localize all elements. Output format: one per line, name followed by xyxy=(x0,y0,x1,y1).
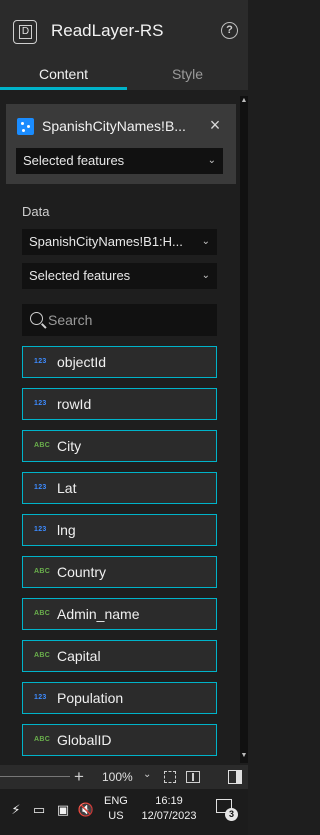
zoom-level[interactable]: 100% xyxy=(102,770,133,784)
field-name: Lat xyxy=(57,480,77,496)
battery-tray-icon[interactable]: ▭ xyxy=(30,801,48,819)
app-title: ReadLayer-RS xyxy=(51,21,164,40)
chevron-down-icon: ⌄ xyxy=(201,236,210,247)
field-name: GlobalID xyxy=(57,732,112,748)
help-icon[interactable]: ? xyxy=(221,22,238,39)
field-item-globalid[interactable]: ABC GlobalID xyxy=(22,724,217,756)
numeric-type-icon: 123 xyxy=(34,484,47,491)
tab-style[interactable]: Style xyxy=(127,58,248,90)
monitor-tray-icon[interactable]: ▣ xyxy=(54,801,72,819)
region-code: US xyxy=(108,810,124,822)
data-source-dropdown[interactable]: SpanishCityNames!B1:H... ⌄ xyxy=(22,229,217,255)
field-item-objectid[interactable]: 123 objectId xyxy=(22,346,217,378)
numeric-type-icon: 123 xyxy=(34,358,47,365)
field-item-country[interactable]: ABC Country xyxy=(22,556,217,588)
fit-to-window-icon[interactable] xyxy=(164,771,176,783)
zoom-slider[interactable] xyxy=(0,776,70,777)
point-layer-icon xyxy=(17,118,34,135)
zoom-in-icon[interactable]: + xyxy=(74,767,84,787)
field-name: lng xyxy=(57,522,76,538)
numeric-type-icon: 123 xyxy=(34,694,47,701)
logo-letter: D xyxy=(19,25,32,39)
search-input[interactable] xyxy=(48,304,208,336)
fit-width-icon[interactable] xyxy=(186,771,200,783)
system-clock[interactable]: 16:19 12/07/2023 xyxy=(140,794,198,824)
field-name: City xyxy=(57,438,82,454)
data-section-label: Data xyxy=(22,204,50,219)
app-logo-icon: D xyxy=(13,20,37,44)
text-type-icon: ABC xyxy=(34,568,51,575)
field-name: Country xyxy=(57,564,107,580)
scroll-up-arrow-icon[interactable]: ▲ xyxy=(240,96,248,106)
data-selection-value: Selected features xyxy=(29,268,131,283)
zoom-bar: + 100% ⌄ xyxy=(0,765,248,789)
field-item-city[interactable]: ABC City xyxy=(22,430,217,462)
numeric-type-icon: 123 xyxy=(34,400,47,407)
field-item-rowid[interactable]: 123 rowId xyxy=(22,388,217,420)
field-item-capital[interactable]: ABC Capital xyxy=(22,640,217,672)
layer-selection-value: Selected features xyxy=(23,153,125,168)
field-item-lng[interactable]: 123 lng xyxy=(22,514,217,546)
search-icon xyxy=(30,312,43,325)
text-type-icon: ABC xyxy=(34,610,51,617)
windows-taskbar: ⚡ ▭ ▣ 🔇 ENG US 16:19 12/07/2023 3 xyxy=(0,789,248,835)
field-name: objectId xyxy=(57,354,107,370)
layer-name: SpanishCityNames!B... xyxy=(42,118,186,134)
clock-time: 16:19 xyxy=(155,795,183,807)
field-item-admin-name[interactable]: ABC Admin_name xyxy=(22,598,217,630)
chevron-down-icon: ⌄ xyxy=(207,155,216,166)
tab-content[interactable]: Content xyxy=(0,58,127,90)
chevron-down-icon[interactable]: ⌄ xyxy=(143,769,151,780)
text-type-icon: ABC xyxy=(34,652,51,659)
chevron-down-icon: ⌄ xyxy=(201,270,210,281)
scroll-down-arrow-icon[interactable]: ▼ xyxy=(240,751,248,761)
field-name: Admin_name xyxy=(57,606,140,622)
data-selection-dropdown[interactable]: Selected features ⌄ xyxy=(22,263,217,289)
clock-date: 12/07/2023 xyxy=(141,810,197,822)
layer-selection-dropdown[interactable]: Selected features ⌄ xyxy=(16,148,223,174)
text-type-icon: ABC xyxy=(34,442,51,449)
field-name: Capital xyxy=(57,648,101,664)
speaker-muted-icon[interactable]: 🔇 xyxy=(77,801,95,819)
tab-bar: Content Style xyxy=(0,58,248,90)
network-tray-icon[interactable]: ⚡ xyxy=(7,801,25,819)
text-type-icon: ABC xyxy=(34,736,51,743)
language-code: ENG xyxy=(104,795,128,807)
side-panel-icon[interactable] xyxy=(228,770,242,784)
field-item-population[interactable]: 123 Population xyxy=(22,682,217,714)
field-search-box xyxy=(22,304,217,336)
data-source-value: SpanishCityNames!B1:H... xyxy=(29,234,183,249)
field-name: rowId xyxy=(57,396,92,412)
field-name: Population xyxy=(57,690,124,706)
language-indicator[interactable]: ENG US xyxy=(104,794,128,824)
numeric-type-icon: 123 xyxy=(34,526,47,533)
close-icon[interactable]: × xyxy=(206,115,224,135)
notification-badge: 3 xyxy=(225,808,238,821)
vertical-scrollbar[interactable] xyxy=(240,96,248,763)
field-item-lat[interactable]: 123 Lat xyxy=(22,472,217,504)
panel-header: D ReadLayer-RS ? xyxy=(0,0,248,58)
